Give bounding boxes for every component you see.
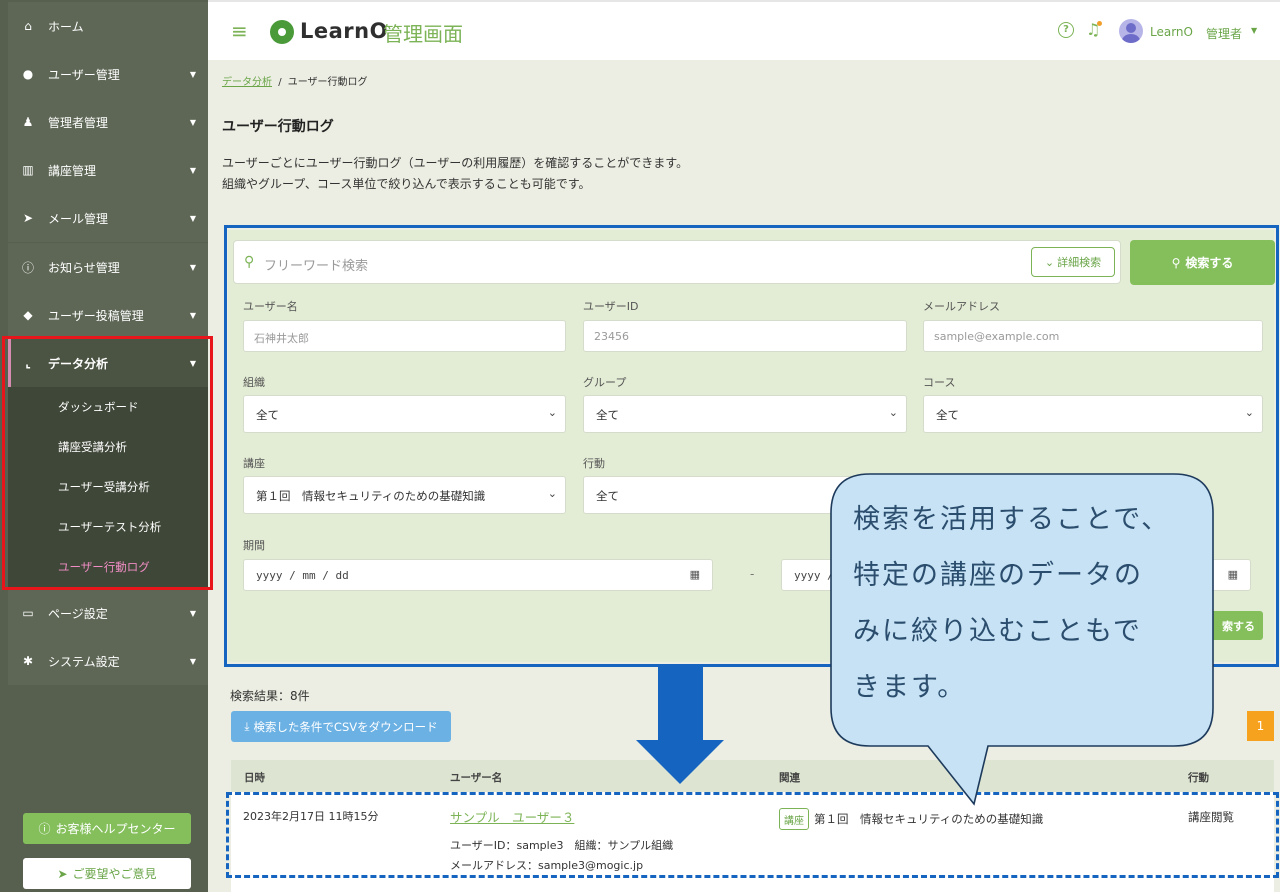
avatar[interactable]: [1119, 19, 1143, 43]
sidebar-item-posts[interactable]: ◆ ユーザー投稿管理 ▼: [8, 291, 208, 339]
help-icon[interactable]: ?: [1058, 22, 1074, 38]
sidebar-item-admins[interactable]: ♟ 管理者管理 ▼: [8, 98, 208, 146]
sidebar-item-label: メール管理: [48, 211, 109, 226]
help-center-label: お客様ヘルプセンター: [55, 822, 176, 836]
logo-mark-icon: [270, 20, 294, 44]
breadcrumb-current: ユーザー行動ログ: [287, 77, 368, 88]
result-count: 検索結果：8件: [230, 689, 310, 703]
csv-download-label: 検索した条件でCSVをダウンロード: [253, 719, 438, 734]
callout-line-1: 検索を活用することで、: [853, 504, 1171, 535]
sidebar: ⌂ ホーム ● ユーザー管理 ▼ ♟ 管理者管理 ▼ ▥ 講座管理 ▼ ➤ メー…: [0, 0, 213, 892]
sidebar-item-mail[interactable]: ➤ メール管理 ▼: [8, 194, 208, 242]
pagination-page-1[interactable]: 1: [1247, 711, 1274, 741]
download-icon: ⤓: [244, 719, 250, 733]
page-title: ユーザー行動ログ: [222, 119, 334, 135]
notification-dot: [1097, 21, 1102, 26]
page-description-line1: ユーザーごとにユーザー行動ログ（ユーザーの利用履歴）を確認することができます。: [222, 156, 689, 170]
down-arrow-head: [636, 740, 724, 784]
book-icon: ▥: [22, 163, 34, 177]
callout-line-4: きます。: [853, 672, 967, 703]
csv-download-button[interactable]: ⤓ 検索した条件でCSVをダウンロード: [231, 711, 451, 742]
sidebar-item-label: お知らせ管理: [48, 260, 120, 275]
column-header-action: 行動: [1188, 772, 1209, 784]
admin-icon: ♟: [22, 115, 34, 129]
breadcrumb-separator: /: [278, 77, 282, 88]
top-header: ≡ LearnO 管理画面 ? ♫ LearnO 管理者 ▼: [208, 0, 1280, 60]
sidebar-item-label: 管理者管理: [48, 115, 109, 130]
caret-down-icon: ▼: [189, 165, 197, 175]
gear-icon: ✱: [22, 654, 34, 668]
hamburger-menu-icon[interactable]: ≡: [231, 19, 248, 43]
feedback-button[interactable]: ➤ ご要望やご意見: [23, 858, 191, 889]
caret-down-icon: ▼: [189, 262, 197, 272]
column-header-username: ユーザー名: [450, 772, 503, 784]
sidebar-item-label: システム設定: [48, 654, 120, 669]
sidebar-item-system-settings[interactable]: ✱ システム設定 ▼: [8, 637, 208, 685]
desktop-icon: ▭: [22, 606, 34, 620]
sidebar-item-label: ユーザー投稿管理: [48, 308, 144, 323]
callout-line-2: 特定の講座のデータの: [853, 560, 1143, 591]
sidebar-item-notices[interactable]: ⓘ お知らせ管理 ▼: [8, 243, 208, 291]
user-role[interactable]: 管理者: [1206, 25, 1242, 42]
sidebar-item-label: 講座管理: [48, 163, 97, 178]
sidebar-item-label: ホーム: [48, 19, 84, 34]
highlight-red-box: [2, 336, 213, 590]
caret-down-icon: ▼: [189, 310, 197, 320]
sidebar-item-users[interactable]: ● ユーザー管理 ▼: [8, 50, 208, 98]
callout-line-3: みに絞り込むこともで: [853, 616, 1142, 647]
question-circle-icon: ⓘ: [38, 822, 51, 836]
caret-down-icon[interactable]: ▼: [1251, 26, 1257, 35]
column-header-datetime: 日時: [244, 772, 265, 784]
caret-down-icon: ▼: [189, 608, 197, 618]
column-header-related: 関連: [779, 772, 800, 784]
table-header: 日時 ユーザー名 関連 行動: [231, 760, 1274, 792]
user-icon: ●: [22, 67, 34, 81]
help-center-button[interactable]: ⓘ お客様ヘルプセンター: [23, 813, 191, 844]
breadcrumb-link-data-analysis[interactable]: データ分析: [222, 77, 272, 88]
sidebar-item-courses[interactable]: ▥ 講座管理 ▼: [8, 146, 208, 194]
logo-subtitle: 管理画面: [383, 22, 463, 46]
sidebar-item-page-settings[interactable]: ▭ ページ設定 ▼: [8, 589, 208, 637]
logo-text: LearnO: [300, 19, 388, 43]
info-icon: ⓘ: [21, 260, 34, 275]
home-icon: ⌂: [24, 19, 32, 33]
sidebar-item-label: ユーザー管理: [48, 67, 120, 82]
sidebar-item-home[interactable]: ⌂ ホーム: [8, 2, 208, 50]
down-arrow-icon: [658, 667, 703, 740]
page-description-line2: 組織やグループ、コース単位で絞り込んで表示することも可能です。: [222, 177, 591, 191]
caret-down-icon: ▼: [189, 117, 197, 127]
user-name[interactable]: LearnO: [1150, 25, 1193, 39]
highlight-dashed-box: [226, 792, 1279, 878]
breadcrumb: データ分析 / ユーザー行動ログ: [222, 73, 368, 88]
feedback-label: ご要望やご意見: [72, 867, 157, 881]
caret-down-icon: ▼: [189, 69, 197, 79]
paper-plane-icon: ➤: [57, 866, 68, 881]
paper-plane-icon: ➤: [22, 211, 34, 225]
caret-down-icon: ▼: [189, 213, 197, 223]
callout-text: 検索を活用することで、 特定の講座のデータの みに絞り込むこともで きます。: [853, 492, 1209, 716]
comments-icon: ◆: [23, 308, 33, 322]
sidebar-item-label: ページ設定: [48, 606, 108, 621]
caret-down-icon: ▼: [189, 656, 197, 666]
